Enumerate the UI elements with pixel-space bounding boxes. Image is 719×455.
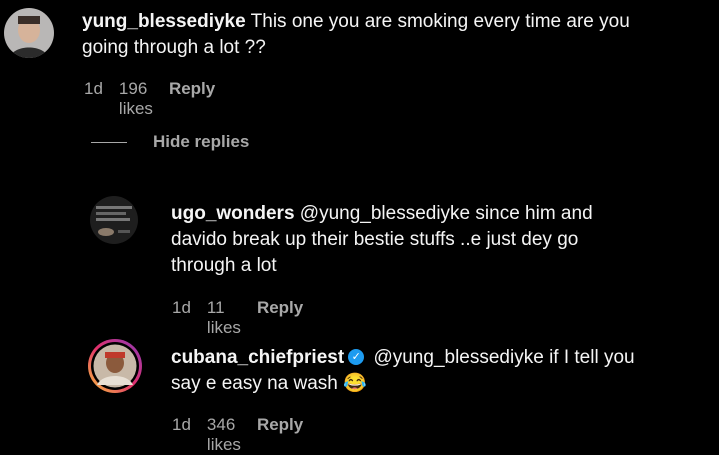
- likes-count[interactable]: 196 likes: [119, 79, 153, 119]
- comment-time: 1d: [172, 298, 191, 317]
- comment-time: 1d: [172, 415, 191, 434]
- avatar[interactable]: [4, 8, 54, 58]
- comment-meta: 1d 196 likes Reply: [84, 79, 215, 119]
- avatar[interactable]: [90, 196, 138, 244]
- comment-meta: 1d 346 likes Reply: [172, 415, 303, 455]
- comment-username[interactable]: yung_blessediyke: [82, 11, 246, 32]
- laughing-emoji-icon: 😂: [343, 373, 367, 394]
- hide-replies-button[interactable]: Hide replies: [91, 132, 249, 152]
- comment-username[interactable]: ugo_wonders: [171, 203, 295, 224]
- reply-button[interactable]: Reply: [169, 79, 215, 119]
- comment-meta: 1d 11 likes Reply: [172, 298, 303, 338]
- comment-username[interactable]: cubana_chiefpriest: [171, 347, 344, 368]
- comment-text: cubana_chiefpriest ✓ @yung_blessediyke if…: [171, 347, 635, 394]
- reply-button[interactable]: Reply: [257, 298, 303, 338]
- comment-text: yung_blessediyke This one you are smokin…: [82, 11, 630, 58]
- reply-button[interactable]: Reply: [257, 415, 303, 455]
- comment-time: 1d: [84, 79, 103, 98]
- divider-line: [91, 141, 127, 143]
- likes-count[interactable]: 11 likes: [207, 298, 241, 338]
- verified-badge-icon: ✓: [348, 348, 365, 365]
- comment-text: ugo_wonders @yung_blessediyke since him …: [171, 203, 593, 276]
- avatar[interactable]: [88, 339, 142, 393]
- likes-count[interactable]: 346 likes: [207, 415, 241, 455]
